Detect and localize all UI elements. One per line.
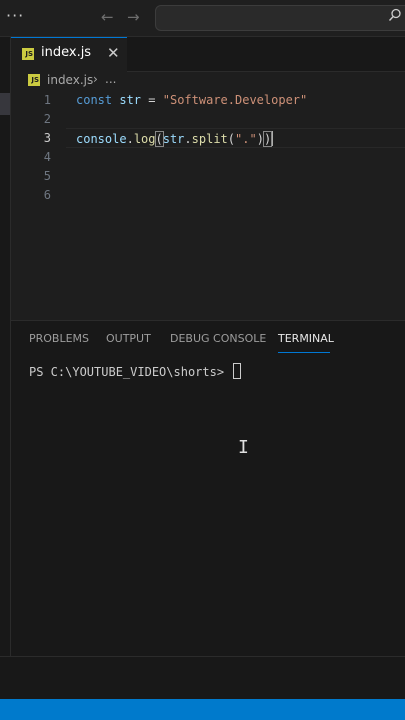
- javascript-file-icon: JS: [22, 48, 34, 60]
- string-token: ".": [235, 132, 257, 146]
- code-line-3[interactable]: console.log(str.split(".")): [76, 131, 274, 147]
- more-horizontal-icon[interactable]: ···: [6, 6, 24, 25]
- title-bar: ··· ← →: [0, 0, 405, 37]
- editor-tab-bar: JS index.js ✕: [11, 37, 405, 72]
- line-number: 3: [43, 131, 51, 145]
- tab-problems[interactable]: PROBLEMS: [29, 332, 89, 345]
- terminal-input-line[interactable]: PS C:\YOUTUBE_VIDEO\shorts>: [29, 363, 242, 379]
- dot-token: .: [184, 132, 192, 146]
- tab-label: index.js: [41, 45, 92, 60]
- function-token: log: [133, 132, 156, 146]
- breadcrumb-more[interactable]: ...: [105, 72, 116, 86]
- breadcrumb: JS index.js › ...: [11, 71, 405, 91]
- line-number: 1: [43, 93, 51, 107]
- search-icon[interactable]: [388, 8, 402, 22]
- arrow-right-icon[interactable]: →: [127, 8, 140, 26]
- line-number: 6: [43, 188, 51, 202]
- line-number: 5: [43, 169, 51, 183]
- arrow-left-icon[interactable]: ←: [101, 8, 114, 26]
- sidebar: [0, 37, 11, 700]
- code-line-1[interactable]: const str = "Software.Developer": [76, 93, 307, 107]
- keyword-token: const: [76, 93, 113, 107]
- tab-output[interactable]: OUTPUT: [106, 332, 151, 345]
- line-number: 4: [43, 150, 51, 164]
- method-token: split: [191, 132, 228, 146]
- chevron-right-icon: ›: [93, 72, 98, 86]
- sidebar-active-indicator: [0, 93, 10, 115]
- bottom-panel: PROBLEMS OUTPUT DEBUG CONSOLE TERMINAL P…: [11, 320, 405, 657]
- breadcrumb-file[interactable]: index.js: [47, 73, 93, 87]
- close-icon[interactable]: ✕: [107, 44, 120, 62]
- bracket-open-token: (: [227, 132, 236, 146]
- text-cursor: [271, 131, 274, 146]
- bracket-close-token: ): [256, 132, 264, 146]
- bracket-close-token: ): [262, 131, 273, 147]
- active-tab-indicator: [278, 352, 330, 353]
- string-token: "Software.Developer": [162, 93, 308, 107]
- panel-lower-area: [0, 656, 405, 700]
- line-number: 2: [43, 112, 51, 126]
- tab-terminal[interactable]: TERMINAL: [278, 332, 334, 345]
- variable-token: str: [162, 132, 185, 146]
- dot-token: .: [126, 132, 134, 146]
- object-token: console: [76, 132, 127, 146]
- command-center-search[interactable]: [155, 5, 405, 31]
- operator-token: =: [148, 93, 156, 107]
- status-bar: [0, 699, 405, 720]
- tab-index-js[interactable]: JS index.js ✕: [11, 37, 127, 72]
- bracket-open-token: (: [154, 131, 164, 147]
- variable-token: str: [119, 93, 142, 107]
- tab-debug-console[interactable]: DEBUG CONSOLE: [170, 332, 266, 345]
- mouse-ibeam-cursor-icon: I: [238, 437, 249, 458]
- code-editor[interactable]: 1 2 3 4 5 6 const str = "Software.Develo…: [11, 91, 405, 319]
- terminal-cursor: [233, 363, 242, 379]
- terminal-prompt: PS C:\YOUTUBE_VIDEO\shorts>: [29, 365, 232, 379]
- javascript-file-icon: JS: [28, 74, 40, 86]
